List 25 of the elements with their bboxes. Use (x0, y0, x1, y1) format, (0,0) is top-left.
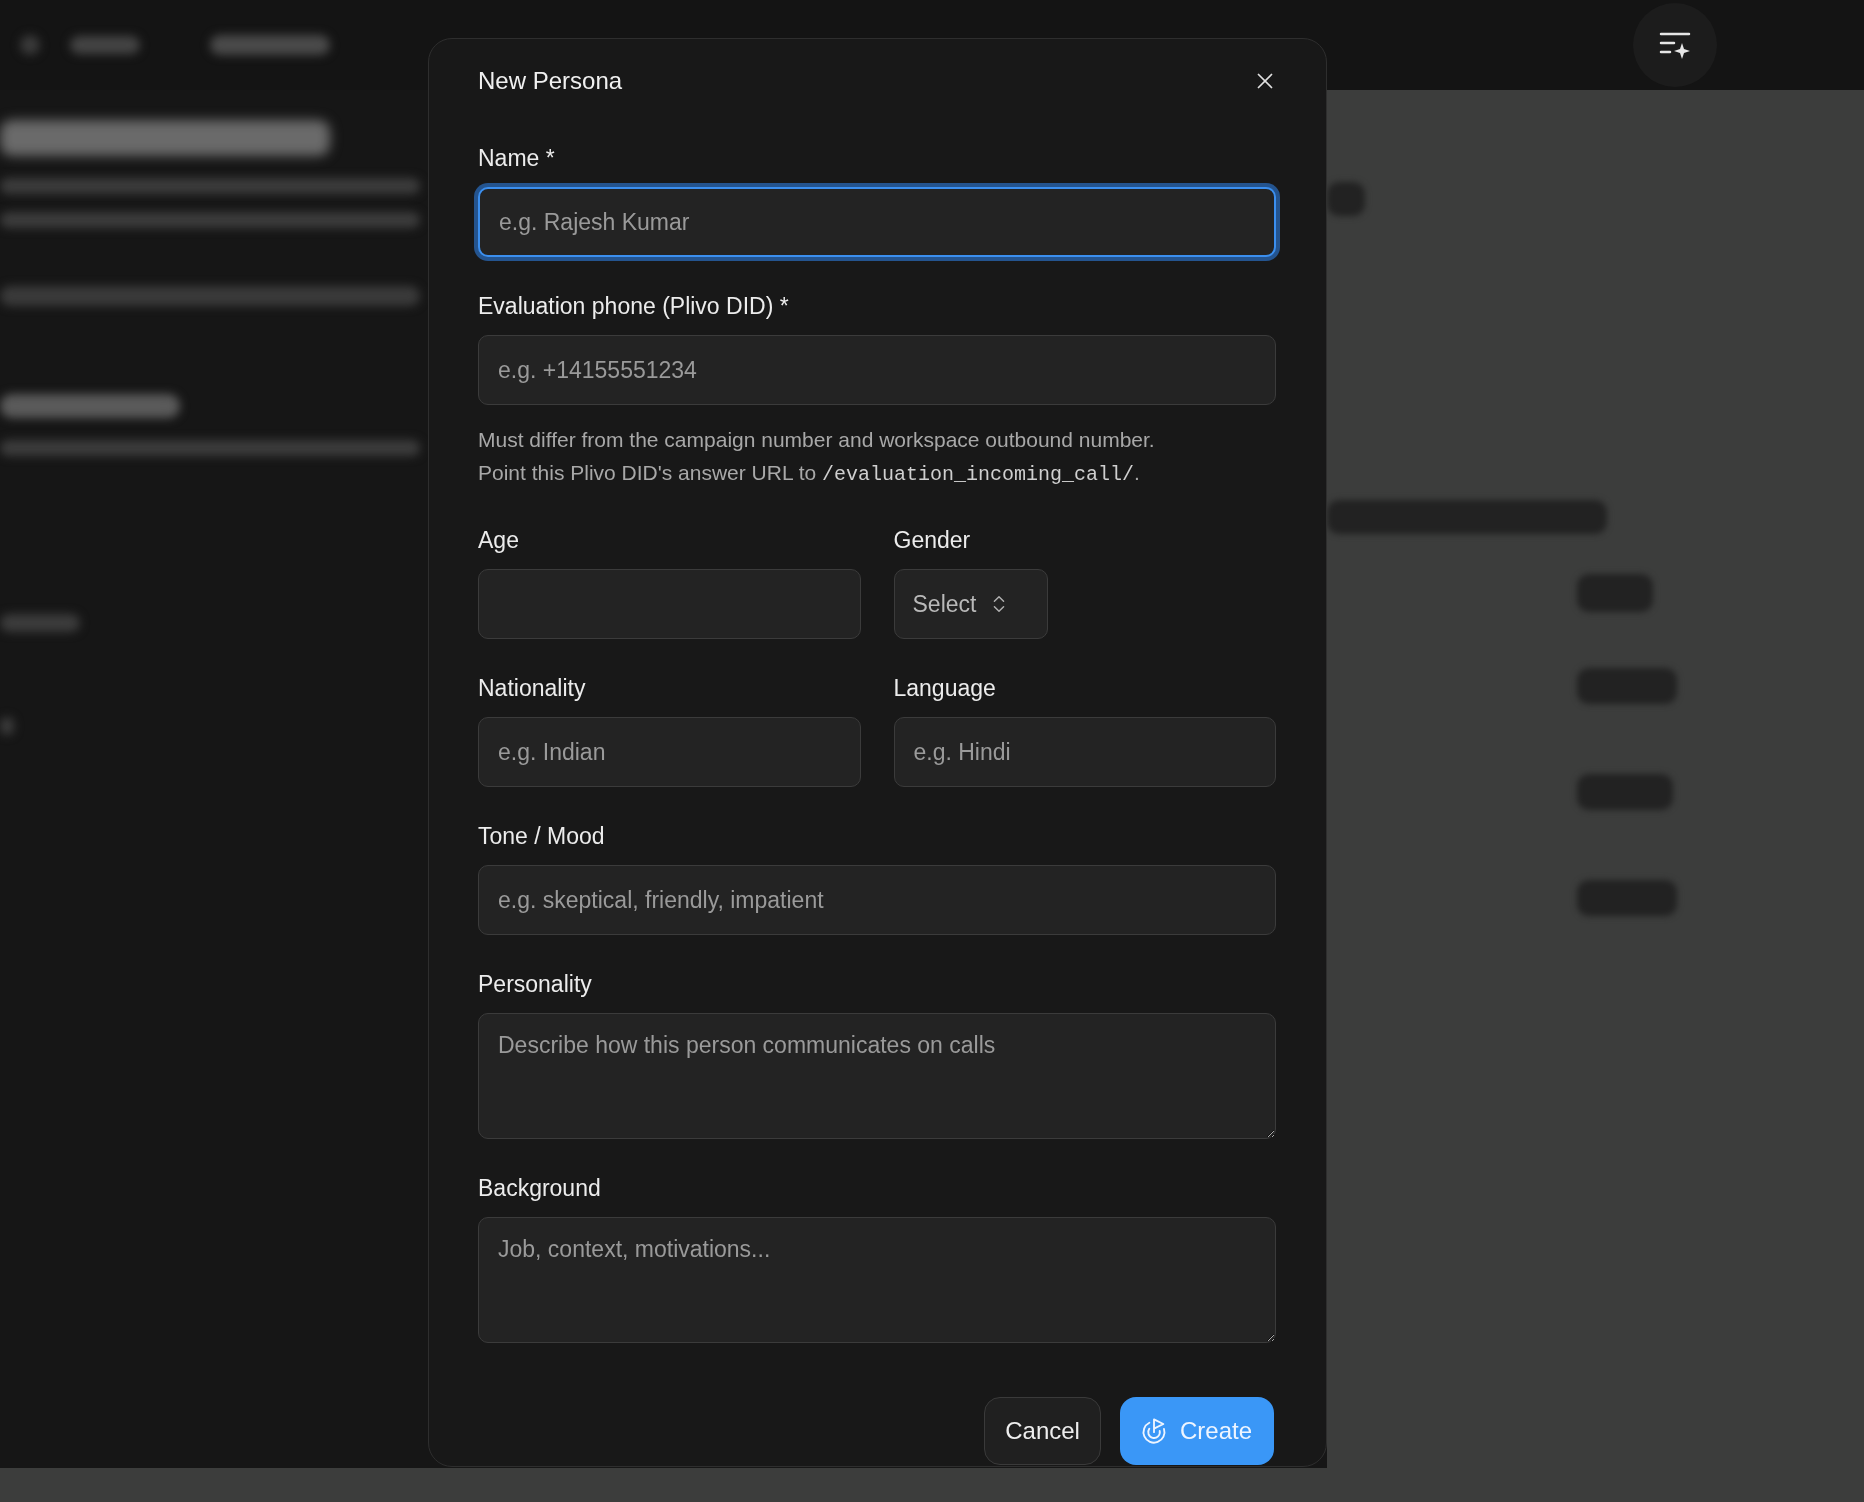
text-field[interactable] (478, 569, 861, 639)
dialog-title: New Persona (478, 67, 623, 95)
text-field[interactable]: e.g. Rajesh Kumar (478, 187, 1276, 257)
text-field[interactable]: e.g. skeptical, friendly, impatient (478, 865, 1276, 935)
field-label: Age (478, 526, 520, 555)
text-field[interactable]: e.g. Hindi (893, 717, 1276, 787)
field-label: Evaluation phone (Plivo DID) * (478, 292, 790, 321)
list-sparkle-icon (1659, 30, 1691, 60)
blurred-content (0, 717, 14, 735)
text-field[interactable]: e.g. Indian (478, 717, 861, 787)
field-label: Personality (478, 970, 593, 999)
cancel-button[interactable]: Cancel (984, 1397, 1101, 1465)
text-field[interactable]: e.g. +14155551234 (478, 335, 1276, 405)
text-area[interactable]: Job, context, motivations... (478, 1217, 1276, 1343)
help-text: Must differ from the campaign number and workspace outbound number. Point this Plivo DID's answer URL to /evaluation_incoming_call/. (478, 427, 1156, 488)
field-label: Background (478, 1174, 602, 1203)
field-label: Gender (893, 526, 972, 555)
field-label: Language (893, 674, 997, 703)
text-area[interactable]: Describe how this person communicates on calls (478, 1013, 1276, 1139)
blurred-content (20, 35, 40, 55)
blurred-content (70, 36, 140, 54)
field-label: Tone / Mood (478, 822, 606, 851)
gender-select[interactable]: Select (893, 569, 1048, 639)
field-label: Nationality (478, 674, 587, 703)
field-label: Name * (478, 144, 556, 173)
